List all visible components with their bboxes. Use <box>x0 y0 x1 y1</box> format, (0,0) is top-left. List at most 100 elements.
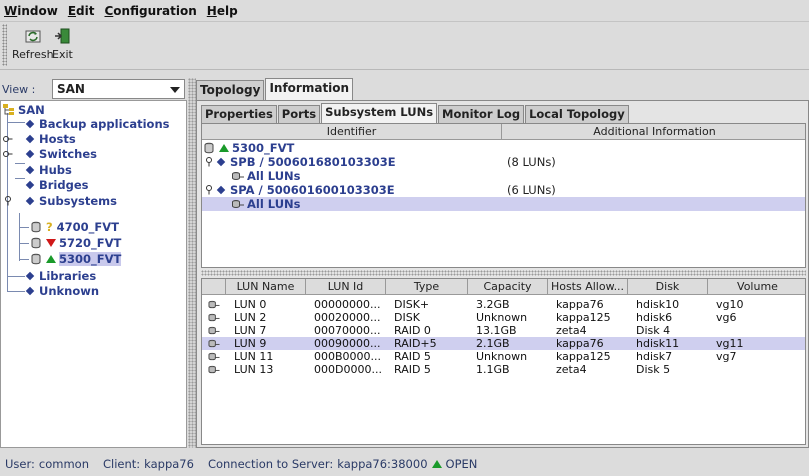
exit-button[interactable]: Exit <box>52 28 73 61</box>
lun-identifier-tree-table[interactable]: Identifier Additional Information 5300_F… <box>201 123 806 268</box>
lun-icon <box>208 352 220 361</box>
tree-item-switches[interactable]: Switches <box>3 147 97 161</box>
exit-label: Exit <box>52 48 73 61</box>
unknown-status-icon: ? <box>46 220 53 234</box>
menu-help[interactable]: Help <box>207 4 238 18</box>
diamond-icon <box>25 119 35 129</box>
table-cell: 13.1GB <box>476 324 517 337</box>
tree-item-bridges[interactable]: Bridges <box>25 178 89 192</box>
tab-subsystem-luns[interactable]: Subsystem LUNs <box>321 103 438 123</box>
tree-subsystem-5720[interactable]: 5720_FVT <box>31 236 121 250</box>
table-cell: RAID 0 <box>394 324 431 337</box>
table-cell: 000D0000... <box>314 363 382 376</box>
chevron-down-icon <box>170 87 180 93</box>
table-cell: RAID 5 <box>394 363 431 376</box>
table-cell: LUN 7 <box>234 324 267 337</box>
table-cell: Unknown <box>476 350 528 363</box>
collapse-toggle-icon[interactable] <box>204 185 214 195</box>
diamond-icon <box>216 185 226 195</box>
tree-item-backup-applications[interactable]: Backup applications <box>25 117 169 131</box>
table-cell: hdisk7 <box>636 350 673 363</box>
lun-icon <box>208 326 220 335</box>
lun-table[interactable]: LUN Name LUN Id Type Capacity Hosts Allo… <box>201 278 806 445</box>
tree-row-controller[interactable]: SPB / 500601680103303E (8 LUNs) <box>202 155 805 169</box>
column-header-disk[interactable]: Disk <box>628 279 708 295</box>
status-bar: User: common Client: kappa76 Connection … <box>0 452 809 476</box>
tab-local-topology[interactable]: Local Topology <box>525 105 629 123</box>
tree-row-controller[interactable]: SPA / 500601600103303E (6 LUNs) <box>202 183 805 197</box>
table-row[interactable]: LUN 0 00000000... DISK+ 3.2GB kappa76 hdisk10… <box>202 298 805 311</box>
tree-item-hosts[interactable]: Hosts <box>3 132 76 146</box>
table-cell: Disk 4 <box>636 324 671 337</box>
table-cell: RAID+5 <box>394 337 437 350</box>
table-row[interactable]: LUN 2 00020000... DISK Unknown kappa125 hdisk… <box>202 311 805 324</box>
disk-stack-icon <box>31 237 41 249</box>
tree-item-libraries[interactable]: Libraries <box>25 269 96 283</box>
status-up-icon <box>219 144 229 152</box>
lun-count: (8 LUNs) <box>507 155 556 169</box>
collapse-toggle-icon[interactable] <box>204 157 214 167</box>
tree-item-subsystems[interactable]: Subsystems <box>3 194 117 208</box>
tab-properties[interactable]: Properties <box>201 105 277 123</box>
tree-row-all-luns[interactable]: All LUNs <box>202 169 805 183</box>
diamond-icon <box>25 134 35 144</box>
column-header-lun-id[interactable]: LUN Id <box>306 279 386 295</box>
menu-window[interactable]: Window <box>4 4 58 18</box>
column-header-volume[interactable]: Volume <box>708 279 805 295</box>
menu-configuration[interactable]: Configuration <box>104 4 196 18</box>
tab-monitor-log[interactable]: Monitor Log <box>438 105 525 123</box>
vertical-splitter[interactable] <box>188 78 196 448</box>
table-cell: 2.1GB <box>476 337 510 350</box>
disk-stack-icon <box>204 142 214 154</box>
tree-row-all-luns[interactable]: All LUNs <box>202 197 805 211</box>
tree-item-hubs[interactable]: Hubs <box>25 163 72 177</box>
refresh-button[interactable]: Refresh <box>12 28 54 61</box>
table-cell: LUN 13 <box>234 363 274 376</box>
tree-row-subsystem[interactable]: 5300_FVT <box>202 141 805 155</box>
table-row[interactable]: LUN 7 00070000... RAID 0 13.1GB zeta4 Disk 4 <box>202 324 805 337</box>
tree-subsystem-5300[interactable]: 5300_FVT <box>31 252 122 266</box>
lun-icon <box>208 339 220 348</box>
column-header-identifier[interactable]: Identifier <box>202 124 502 140</box>
tree-item-unknown[interactable]: Unknown <box>25 284 99 298</box>
disk-stack-icon <box>31 221 41 233</box>
horizontal-splitter[interactable] <box>201 270 806 276</box>
column-header-hosts-allowed[interactable]: Hosts Allow... <box>548 279 628 295</box>
table-row[interactable]: LUN 13 000D0000... RAID 5 1.1GB zeta4 Disk 5 <box>202 363 805 376</box>
user-label: User: <box>5 457 35 471</box>
column-header-type[interactable]: Type <box>386 279 468 295</box>
table-cell: hdisk10 <box>636 298 680 311</box>
right-panel: Topology Information Properties Ports Su… <box>196 78 809 448</box>
connection-state: OPEN <box>445 457 478 471</box>
column-header-capacity[interactable]: Capacity <box>468 279 548 295</box>
table-cell: kappa76 <box>556 337 604 350</box>
tab-ports[interactable]: Ports <box>277 105 321 123</box>
client-label: Client: <box>102 457 141 471</box>
tab-information[interactable]: Information <box>265 78 354 100</box>
san-tree[interactable]: SAN Backup applications Hosts Switches H… <box>0 100 187 448</box>
column-header-lun-name[interactable]: LUN Name <box>226 279 306 295</box>
table-row[interactable]: LUN 9 00090000... RAID+5 2.1GB kappa76 hdisk1… <box>202 337 805 350</box>
outer-tabs: Topology Information <box>196 78 354 100</box>
table-cell: 00070000... <box>314 324 381 337</box>
table-row[interactable]: LUN 11 000B0000... RAID 5 Unknown kappa125 hd… <box>202 350 805 363</box>
lun-table-header: LUN Name LUN Id Type Capacity Hosts Allo… <box>202 279 805 295</box>
expand-toggle-icon[interactable] <box>3 134 13 144</box>
table-cell: 00090000... <box>314 337 381 350</box>
diamond-icon <box>25 271 35 281</box>
tree-subsystem-4700[interactable]: ? 4700_FVT <box>31 220 119 234</box>
toolbar-grip[interactable] <box>2 24 7 66</box>
tree-root-san[interactable]: SAN <box>3 103 45 117</box>
menu-edit[interactable]: Edit <box>68 4 95 18</box>
collapse-toggle-icon[interactable] <box>3 196 13 206</box>
table-cell: vg10 <box>716 298 744 311</box>
expand-toggle-icon[interactable] <box>3 149 13 159</box>
inner-tabs: Properties Ports Subsystem LUNs Monitor … <box>201 103 630 123</box>
column-header-additional-info[interactable]: Additional Information <box>502 124 805 140</box>
table-cell: zeta4 <box>556 363 587 376</box>
table-cell: hdisk6 <box>636 311 673 324</box>
diamond-icon <box>25 286 35 296</box>
view-select[interactable]: SAN <box>52 79 185 99</box>
lun-count: (6 LUNs) <box>507 183 556 197</box>
tab-topology[interactable]: Topology <box>196 80 265 100</box>
